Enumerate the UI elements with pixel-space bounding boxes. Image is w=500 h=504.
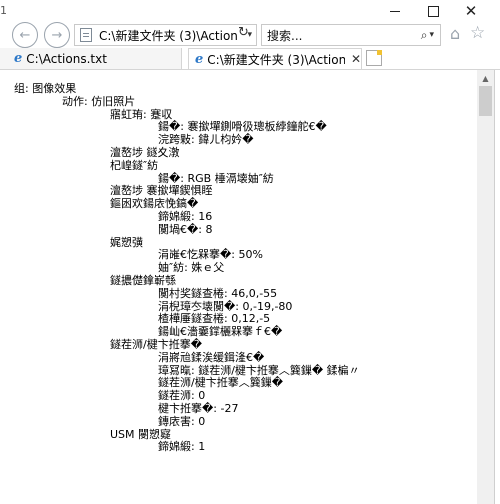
- document-line: 动作: 仿旧照片: [62, 94, 136, 108]
- document-line: 澶嶅埗 鐩夊潡: [110, 146, 180, 159]
- document-line: 娓愬彉: [110, 235, 143, 249]
- document-line: 鍚屾€濇嫑鐣欐槑搴ｆ€�: [158, 325, 283, 339]
- document-line: 杞崲鐩″紡: [110, 158, 159, 172]
- document-line: 浣跨敤: 鍏ㄦ枃妗�: [158, 133, 254, 147]
- document-line: 鏄庡害: 0: [158, 414, 206, 428]
- document-content: 组: 图像效果 动作: 仿旧照片 寤虹珛: 蹇収 鍚�: 褰撳墠鍘嗗彶璁板綍鐘舵€� 浣…: [0, 70, 477, 504]
- search-icon[interactable]: ⌕: [421, 28, 428, 43]
- document-line: 楗卞拰搴�: -27: [158, 402, 239, 415]
- back-button[interactable]: ←: [12, 22, 38, 48]
- document-line: 鍚�: 褰撳墠鍘嗗彶璁板綍鐘舵€�: [158, 120, 327, 134]
- scroll-thumb[interactable]: [479, 86, 492, 116]
- new-tab-button[interactable]: [366, 50, 382, 66]
- tab-actions-txt[interactable]: e C:\Actions.txt: [0, 48, 182, 69]
- document-line: 鐩擃儊鎿嶄綔: [110, 274, 176, 287]
- document-line: 妯″紡: 姝ｅ父: [158, 261, 225, 275]
- document-line: 鍗婂緞: 1: [158, 440, 206, 454]
- search-dropdown-icon[interactable]: ▾: [429, 30, 434, 40]
- close-icon: ✕: [464, 1, 478, 20]
- document-line: 闃村奖鐩查棬: 46,0,-55: [158, 286, 278, 300]
- document-line: 鐩茬浉: 0: [158, 389, 206, 403]
- address-row: ← → C:\新建文件夹 (3)\Action ▾ ↻ 搜索... ⌕ ▾ ⌂ …: [0, 22, 500, 48]
- tab-label: C:\新建文件夹 (3)\Actions....: [207, 52, 345, 67]
- ie-logo-icon: e: [195, 51, 204, 67]
- favorites-star-icon[interactable]: ☆: [470, 23, 485, 43]
- ie-logo-icon: e: [14, 51, 23, 66]
- document-line: 涓嶉€忔槑搴�: 50%: [158, 248, 263, 262]
- document-line: 鐩茬浉/楗卞拰搴︿簨鏁�: [158, 376, 283, 390]
- tab-label: C:\Actions.txt: [26, 51, 107, 66]
- document-line: 组: 图像效果: [14, 82, 77, 95]
- document-line: 鏂囦欢鍚庡悗鎬�: [110, 197, 199, 211]
- forward-arrow-icon: →: [51, 27, 63, 43]
- minimize-button[interactable]: [376, 0, 414, 22]
- address-text[interactable]: C:\新建文件夹 (3)\Action: [99, 27, 247, 44]
- document-line: 鍚�: RGB 棰滆壊妯″紡: [158, 171, 274, 185]
- left-edge-fragment: 1: [0, 4, 7, 17]
- document-line: USM 閿愬寲: [110, 427, 172, 441]
- home-icon[interactable]: ⌂: [450, 24, 460, 43]
- title-bar: 1 ✕: [0, 0, 500, 22]
- browser-window: 1 ✕ ← → C:\新建文件夹 (3)\Action ▾ ↻ 搜索... ⌕ …: [0, 0, 500, 504]
- window-right-frame: [494, 70, 500, 504]
- search-input[interactable]: 搜索...: [267, 27, 421, 44]
- close-window-button[interactable]: ✕: [452, 0, 490, 22]
- document-line: 涓嶈兘鍒涘缓鍓湰€�: [158, 350, 265, 364]
- address-bar[interactable]: C:\新建文件夹 (3)\Action ▾: [74, 24, 257, 46]
- search-box[interactable]: 搜索... ⌕ ▾: [261, 24, 441, 46]
- document-line: 寤虹珛: 蹇収: [110, 107, 173, 121]
- tab-active-actions[interactable]: e C:\新建文件夹 (3)\Actions.... ✕: [188, 48, 362, 69]
- vertical-scrollbar[interactable]: ▲: [477, 70, 494, 504]
- document-line: 鍗婂緞: 16: [158, 210, 213, 223]
- document-line: 涓棿璋冭壊闃�: 0,-19,-80: [158, 299, 293, 313]
- document-line: 璋冩暣: 鐩茬浉/楗卞拰搴︿簨鏁� 鍒楄〃: [158, 363, 360, 377]
- scroll-up-icon[interactable]: ▲: [477, 70, 494, 86]
- refresh-icon[interactable]: ↻: [238, 25, 249, 40]
- tab-strip: e C:\Actions.txt e C:\新建文件夹 (3)\Actions.…: [0, 48, 500, 70]
- page-file-icon: [80, 28, 92, 42]
- document-line: 闃堝€�: 8: [158, 222, 213, 236]
- forward-button[interactable]: →: [44, 22, 70, 48]
- document-line: 澶嶅埗 褰撳墠鍥惧眰: [110, 184, 213, 198]
- maximize-button[interactable]: [414, 0, 452, 22]
- back-arrow-icon: ←: [19, 27, 31, 43]
- document-line: 鐩茬浉/楗卞拰搴�: [110, 338, 202, 351]
- minimize-icon: [390, 10, 400, 12]
- document-line: 楂樺厜鐩查棬: 0,12,-5: [158, 312, 271, 326]
- tab-close-icon[interactable]: ✕: [351, 52, 361, 66]
- maximize-icon: [427, 5, 439, 17]
